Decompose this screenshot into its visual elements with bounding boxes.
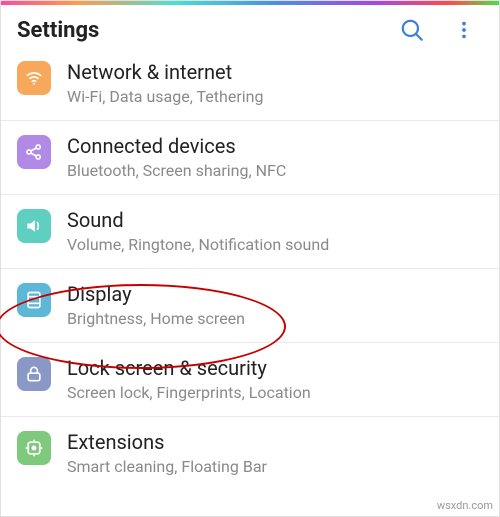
item-subtitle: Smart cleaning, Floating Bar bbox=[67, 457, 483, 476]
item-text: Extensions Smart cleaning, Floating Bar bbox=[67, 429, 483, 476]
item-title: Network & internet bbox=[67, 59, 483, 85]
item-subtitle: Wi-Fi, Data usage, Tethering bbox=[67, 87, 483, 106]
item-text: Network & internet Wi-Fi, Data usage, Te… bbox=[67, 59, 483, 106]
item-subtitle: Volume, Ringtone, Notification sound bbox=[67, 235, 483, 254]
speaker-icon bbox=[17, 209, 51, 243]
settings-item-lock[interactable]: Lock screen & security Screen lock, Fing… bbox=[1, 343, 499, 417]
item-title: Display bbox=[67, 281, 483, 307]
item-text: Sound Volume, Ringtone, Notification sou… bbox=[67, 207, 483, 254]
page-title: Settings bbox=[17, 18, 399, 43]
item-subtitle: Bluetooth, Screen sharing, NFC bbox=[67, 161, 483, 180]
more-vertical-icon bbox=[453, 19, 475, 41]
item-text: Connected devices Bluetooth, Screen shar… bbox=[67, 133, 483, 180]
settings-item-network[interactable]: Network & internet Wi-Fi, Data usage, Te… bbox=[1, 55, 499, 121]
settings-item-display[interactable]: Display Brightness, Home screen bbox=[1, 269, 499, 343]
display-icon bbox=[17, 283, 51, 317]
more-menu-button[interactable] bbox=[453, 19, 475, 41]
settings-item-devices[interactable]: Connected devices Bluetooth, Screen shar… bbox=[1, 121, 499, 195]
settings-item-sound[interactable]: Sound Volume, Ringtone, Notification sou… bbox=[1, 195, 499, 269]
item-text: Display Brightness, Home screen bbox=[67, 281, 483, 328]
extensions-icon bbox=[17, 431, 51, 465]
search-icon bbox=[399, 17, 425, 43]
header-actions bbox=[399, 17, 483, 43]
lock-icon bbox=[17, 357, 51, 391]
wifi-icon bbox=[17, 61, 51, 95]
share-icon bbox=[17, 135, 51, 169]
item-text: Lock screen & security Screen lock, Fing… bbox=[67, 355, 483, 402]
watermark: wsxdn.com bbox=[437, 499, 493, 512]
settings-header: Settings bbox=[1, 5, 499, 55]
settings-item-extensions[interactable]: Extensions Smart cleaning, Floating Bar bbox=[1, 417, 499, 490]
search-button[interactable] bbox=[399, 17, 425, 43]
settings-list: Network & internet Wi-Fi, Data usage, Te… bbox=[1, 55, 499, 490]
item-title: Sound bbox=[67, 207, 483, 233]
item-subtitle: Brightness, Home screen bbox=[67, 309, 483, 328]
item-title: Extensions bbox=[67, 429, 483, 455]
item-title: Lock screen & security bbox=[67, 355, 483, 381]
item-subtitle: Screen lock, Fingerprints, Location bbox=[67, 383, 483, 402]
item-title: Connected devices bbox=[67, 133, 483, 159]
